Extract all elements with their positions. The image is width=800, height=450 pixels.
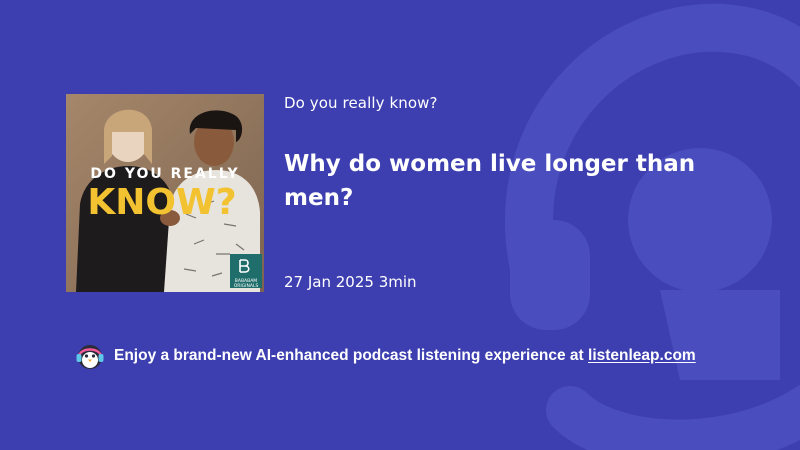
listenleap-watermark-icon (505, 3, 800, 450)
promo-text: Enjoy a brand-new AI-enhanced podcast li… (114, 347, 696, 365)
cover-title-line1: DO YOU REALLY (90, 166, 239, 182)
cover-title-line2: KNOW? (87, 182, 236, 223)
listenleap-link[interactable]: listenleap.com (588, 347, 696, 364)
cover-artwork: DO YOU REALLY KNOW? BABABAM ORIGINALS (66, 94, 264, 292)
penguin-headphones-icon (76, 345, 104, 369)
episode-date: 27 Jan 2025 (284, 273, 374, 291)
episode-duration: 3min (378, 273, 417, 291)
show-name[interactable]: Do you really know? (284, 94, 438, 112)
episode-title[interactable]: Why do women live longer than men? (284, 147, 734, 215)
badge-line2: ORIGINALS (234, 283, 259, 289)
promo-banner: Enjoy a brand-new AI-enhanced podcast li… (74, 340, 696, 372)
podcast-card: DO YOU REALLY KNOW? BABABAM ORIGINALS Do… (0, 0, 800, 450)
podcast-cover-image[interactable]: DO YOU REALLY KNOW? BABABAM ORIGINALS (66, 94, 264, 292)
promo-message: Enjoy a brand-new AI-enhanced podcast li… (114, 347, 584, 364)
episode-meta: 27 Jan 2025 3min (284, 273, 417, 291)
